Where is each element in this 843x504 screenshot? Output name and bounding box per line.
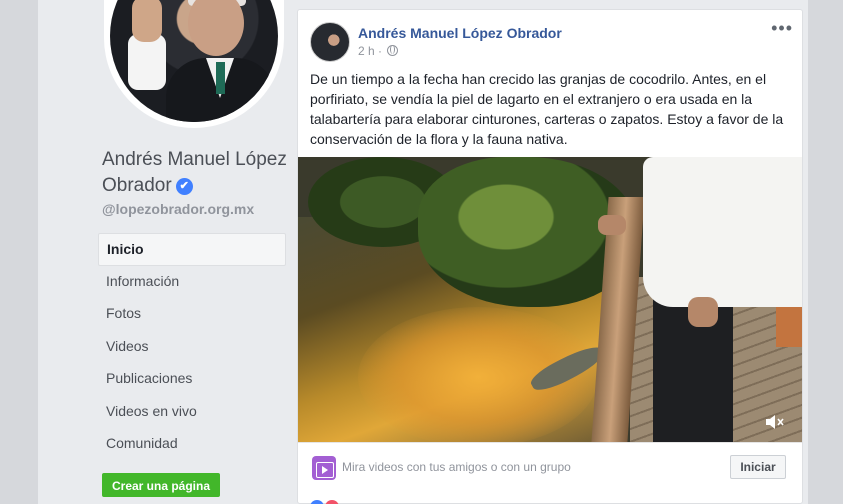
post-body-text: De un tiempo a la fecha han crecido las … bbox=[310, 71, 784, 147]
nav-item-informacion[interactable]: Información bbox=[98, 266, 286, 299]
post-author-name[interactable]: Andrés Manuel López Obrador bbox=[358, 25, 562, 41]
post-author-avatar[interactable] bbox=[310, 22, 350, 62]
watch-party-text: Mira videos con tus amigos o con un grup… bbox=[342, 460, 571, 474]
person bbox=[643, 157, 802, 307]
profile-photo bbox=[110, 0, 278, 122]
nav-item-comunidad[interactable]: Comunidad bbox=[98, 428, 286, 461]
nav-item-videos-en-vivo[interactable]: Videos en vivo bbox=[98, 396, 286, 429]
start-watch-party-button[interactable]: Iniciar bbox=[730, 455, 786, 479]
watch-party-icon bbox=[312, 456, 336, 480]
nav-item-fotos[interactable]: Fotos bbox=[98, 298, 286, 331]
verified-badge-icon: ✔ bbox=[175, 178, 193, 195]
nav-item-videos[interactable]: Videos bbox=[98, 331, 286, 364]
page-title[interactable]: Andrés Manuel López Obrador ✔ bbox=[102, 147, 292, 199]
post-video[interactable] bbox=[298, 157, 802, 442]
watch-party-bar: Mira videos con tus amigos o con un grup… bbox=[298, 442, 802, 494]
nav-item-publicaciones[interactable]: Publicaciones bbox=[98, 363, 286, 396]
reactions-summary[interactable] bbox=[310, 500, 340, 504]
post-time[interactable]: 2 h · bbox=[358, 44, 382, 58]
post-card: Andrés Manuel López Obrador 2 h · ••• De… bbox=[297, 9, 803, 504]
more-options-icon[interactable]: ••• bbox=[771, 18, 793, 39]
page-username[interactable]: @lopezobrador.org.mx bbox=[102, 201, 254, 217]
create-page-button[interactable]: Crear una página bbox=[102, 473, 220, 497]
love-reaction-icon bbox=[325, 500, 340, 504]
page-name-text[interactable]: Andrés Manuel López Obrador bbox=[102, 149, 287, 196]
mute-icon[interactable] bbox=[764, 414, 784, 430]
nav-item-inicio[interactable]: Inicio bbox=[98, 233, 286, 266]
post-timestamp[interactable]: 2 h · bbox=[358, 44, 399, 58]
page-nav: Inicio Información Fotos Videos Publicac… bbox=[98, 233, 286, 461]
globe-icon bbox=[387, 45, 399, 56]
like-reaction-icon bbox=[310, 500, 324, 504]
